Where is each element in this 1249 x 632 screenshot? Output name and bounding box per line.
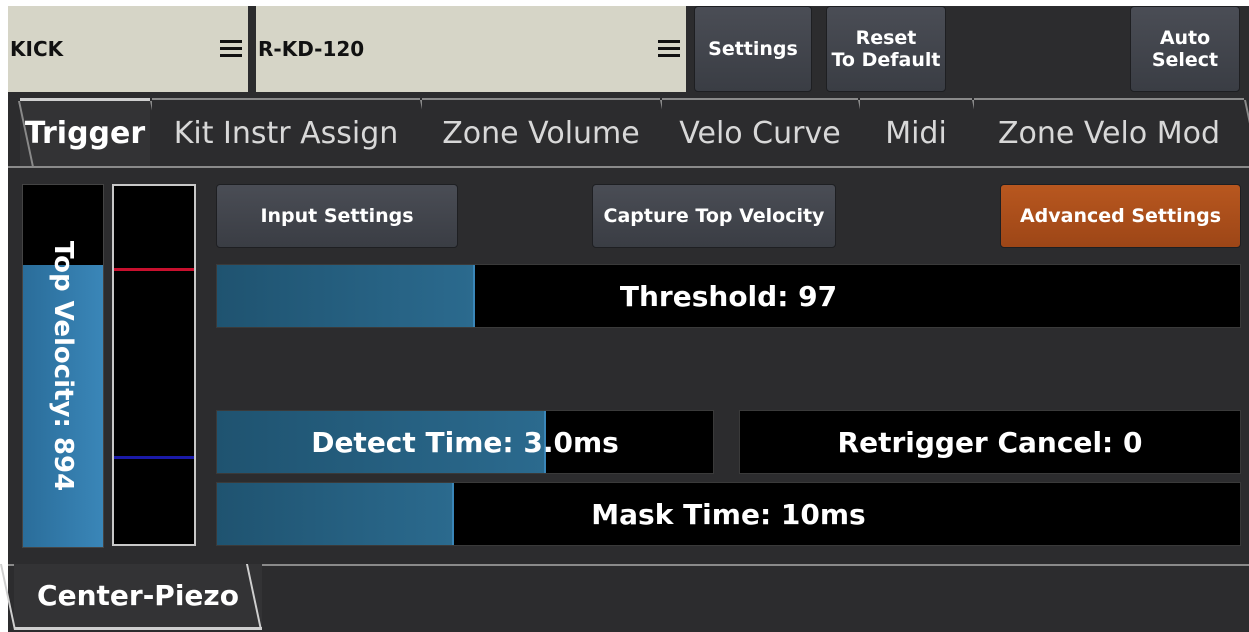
auto-label-line2: Select — [1151, 49, 1219, 71]
tab-velo-curve-label: Velo Curve — [679, 115, 841, 151]
input-settings-button[interactable]: Input Settings — [216, 184, 458, 248]
hamburger-menu-icon[interactable] — [220, 40, 242, 61]
tab-trigger-label: Trigger — [24, 116, 146, 151]
detect-time-slider[interactable]: Detect Time: 3.0ms — [216, 410, 714, 474]
tab-kit-instr-assign[interactable]: Kit Instr Assign — [152, 98, 437, 168]
pad-model-label: R-KD-120 — [258, 37, 365, 61]
mask-time-label: Mask Time: 10ms — [591, 497, 866, 531]
hit-level-meter — [112, 184, 196, 546]
threshold-slider[interactable]: Threshold: 97 — [216, 264, 1241, 328]
pad-model-selector[interactable]: R-KD-120 — [256, 6, 686, 92]
auto-select-button[interactable]: Auto Select — [1130, 6, 1240, 92]
advanced-settings-label: Advanced Settings — [1019, 205, 1222, 227]
retrigger-cancel-label: Retrigger Cancel: 0 — [837, 425, 1143, 459]
tab-midi[interactable]: Midi — [860, 98, 989, 168]
threshold-label: Threshold: 97 — [619, 279, 838, 313]
zone-tab-bar: Center-Piezo — [0, 564, 1249, 632]
tab-trigger[interactable]: Trigger — [18, 98, 167, 169]
input-settings-label: Input Settings — [260, 205, 414, 227]
peak-marker-red — [114, 268, 194, 271]
settings-button[interactable]: Settings — [694, 6, 812, 92]
topbar-gap — [686, 6, 694, 92]
tab-center-piezo-label: Center-Piezo — [37, 579, 239, 612]
tab-kit-instr-assign-label: Kit Instr Assign — [173, 115, 399, 151]
tab-center-piezo[interactable]: Center-Piezo — [0, 564, 262, 630]
kit-instrument-selector[interactable]: KICK — [8, 6, 248, 92]
peak-marker-blue — [114, 456, 194, 459]
reset-to-default-button[interactable]: Reset To Default — [826, 6, 946, 92]
tab-zone-volume-label: Zone Volume — [442, 115, 640, 151]
tab-zone-velo-mod-label: Zone Velo Mod — [997, 115, 1221, 151]
settings-button-label: Settings — [708, 38, 798, 60]
retrigger-cancel-slider[interactable]: Retrigger Cancel: 0 — [739, 410, 1241, 474]
kit-instrument-label: KICK — [10, 37, 64, 61]
trigger-app: KICK R-KD-120 Settings Reset To Default … — [0, 6, 1249, 632]
auto-label-line1: Auto — [1159, 27, 1211, 49]
capture-top-velocity-button[interactable]: Capture Top Velocity — [592, 184, 836, 248]
reset-label-line1: Reset — [855, 27, 917, 49]
top-velocity-label: Top Velocity: 894 — [48, 240, 78, 492]
reset-label-line2: To Default — [831, 49, 941, 71]
tab-midi-label: Midi — [885, 115, 947, 151]
mask-time-slider[interactable]: Mask Time: 10ms — [216, 482, 1241, 546]
detect-time-label: Detect Time: 3.0ms — [311, 425, 619, 459]
hamburger-menu-icon[interactable] — [658, 40, 680, 61]
tab-velo-curve[interactable]: Velo Curve — [662, 98, 875, 168]
top-velocity-meter: Top Velocity: 894 — [22, 184, 104, 548]
tab-zone-volume[interactable]: Zone Volume — [422, 98, 677, 168]
trigger-panel: Top Velocity: 894 Input Settings Capture… — [8, 168, 1249, 564]
tab-zone-velo-mod[interactable]: Zone Velo Mod — [974, 98, 1249, 168]
capture-top-velocity-label: Capture Top Velocity — [603, 205, 825, 227]
tab-bar: Trigger Kit Instr Assign Zone Volume Vel… — [8, 98, 1249, 169]
selector-divider — [248, 6, 256, 92]
advanced-settings-button[interactable]: Advanced Settings — [1000, 184, 1241, 248]
